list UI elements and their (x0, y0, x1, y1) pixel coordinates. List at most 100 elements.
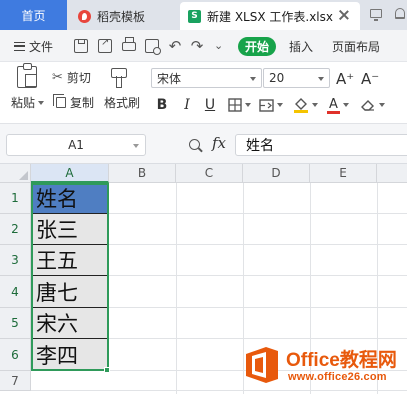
more-dropdown-icon[interactable]: ⌄ (214, 39, 228, 53)
borders-button[interactable] (226, 95, 252, 115)
underline-button[interactable]: U (201, 95, 219, 115)
fx-label: fx (212, 134, 227, 152)
borders-icon (227, 98, 242, 112)
chevron-down-icon (244, 103, 251, 107)
tab-page-layout-label: 页面布局 (332, 39, 381, 54)
paste-icon[interactable] (17, 63, 37, 88)
chevron-down-icon (250, 77, 256, 81)
gridline (31, 390, 407, 391)
font-grow-label: A⁺ (336, 70, 355, 88)
cell-a6[interactable]: 李四 (31, 339, 108, 371)
merge-cells-button[interactable] (258, 95, 284, 115)
paste-button[interactable]: 粘贴 (11, 94, 45, 111)
tab-workbook[interactable]: S 新建 XLSX 工作表.xlsx (180, 2, 360, 30)
row-header-7[interactable]: 7 (0, 371, 31, 391)
undo-icon[interactable]: ↶ (168, 39, 182, 54)
font-color-letter: A (329, 97, 338, 112)
column-header-e[interactable]: E (310, 164, 377, 183)
column-header-a[interactable]: A (31, 164, 109, 183)
cell-value: 宋六 (36, 312, 78, 336)
tab-insert[interactable]: 插入 (289, 30, 313, 62)
underline-label: U (204, 97, 216, 113)
font-shrink-button[interactable]: A⁻ (361, 70, 379, 88)
tab-page-layout[interactable]: 页面布局 (332, 30, 380, 62)
row-header-label: 5 (11, 316, 19, 330)
chevron-down-icon (311, 103, 318, 107)
ribbon: 粘贴 ✂ 剪切 复制 格式刷 宋体 20 A⁺ A⁻ B I U A (0, 62, 407, 124)
fill-color-button[interactable] (291, 95, 319, 115)
row-header-label: 6 (11, 347, 19, 362)
font-grow-button[interactable]: A⁺ (336, 70, 354, 88)
copy-button[interactable]: 复制 (53, 94, 95, 111)
row-header-5[interactable]: 5 (0, 308, 31, 339)
select-all-corner[interactable] (0, 164, 31, 183)
name-box[interactable]: A1 (6, 134, 146, 156)
column-header-f[interactable] (377, 164, 407, 183)
gridline (176, 183, 177, 394)
redo-icon[interactable]: ↷ (190, 39, 204, 54)
row-header-3[interactable]: 3 (0, 245, 31, 276)
file-menu-label: 文件 (29, 39, 54, 54)
merge-cells-icon (259, 98, 274, 112)
formula-input[interactable]: 姓名 (235, 134, 407, 156)
file-menu[interactable]: 文件 (14, 30, 53, 62)
font-color-swatch (327, 111, 340, 114)
watermark-url: www.office26.com (288, 371, 387, 383)
row-header-label: 4 (11, 284, 19, 299)
format-painter-icon[interactable] (111, 68, 127, 88)
export-icon[interactable] (98, 37, 112, 53)
cut-button[interactable]: ✂ 剪切 (52, 69, 91, 86)
row-header-4[interactable]: 4 (0, 276, 31, 308)
tab-home[interactable]: 首页 (0, 0, 67, 30)
eraser-icon (360, 100, 374, 111)
clear-format-button[interactable] (357, 95, 387, 115)
format-painter-button[interactable]: 格式刷 (104, 94, 140, 111)
italic-label: I (184, 97, 190, 113)
tab-start[interactable]: 开始 (238, 37, 276, 56)
save-icon[interactable] (74, 39, 88, 53)
zoom-icon[interactable] (189, 139, 200, 150)
name-box-value: A1 (68, 138, 84, 152)
cell-a2[interactable]: 张三 (31, 214, 108, 245)
watermark-title: Office教程网 (286, 350, 397, 371)
fx-icon[interactable]: fx (212, 134, 226, 152)
chevron-down-icon (277, 103, 283, 107)
bold-button[interactable]: B (153, 95, 171, 115)
tab-home-label: 首页 (21, 8, 46, 23)
monitor-icon[interactable] (370, 9, 382, 21)
column-header-label: C (204, 166, 214, 180)
scissors-icon: ✂ (52, 70, 63, 85)
fill-handle[interactable] (104, 367, 110, 373)
row-header-2[interactable]: 2 (0, 214, 31, 245)
copy-label: 复制 (70, 96, 95, 110)
watermark: Office教程网 www.office26.com (242, 344, 407, 390)
bell-icon[interactable] (395, 8, 405, 19)
column-header-c[interactable]: C (176, 164, 243, 183)
print-icon[interactable] (122, 37, 136, 51)
chevron-down-icon (38, 100, 45, 105)
cell-a4[interactable]: 唐七 (31, 276, 108, 308)
cell-a3[interactable]: 王五 (31, 245, 108, 276)
print-preview-icon[interactable] (145, 39, 161, 55)
column-header-d[interactable]: D (243, 164, 310, 183)
font-color-button[interactable]: A (324, 95, 352, 115)
tab-bar: 首页 稻壳模板 S 新建 XLSX 工作表.xlsx (0, 0, 407, 30)
formula-input-value: 姓名 (246, 138, 274, 154)
tab-insert-label: 插入 (289, 39, 314, 54)
row-header-6[interactable]: 6 (0, 339, 31, 371)
cell-value: 王五 (36, 249, 78, 273)
close-icon[interactable] (338, 9, 350, 21)
tab-docer-templates[interactable]: 稻壳模板 (68, 2, 172, 30)
row-header-label: 2 (11, 222, 19, 236)
font-name-select[interactable]: 宋体 (151, 68, 262, 88)
cell-a1[interactable]: 姓名 (31, 183, 108, 214)
font-size-select[interactable]: 20 (263, 68, 330, 88)
copy-icon (53, 94, 66, 108)
italic-button[interactable]: I (178, 95, 196, 115)
column-header-b[interactable]: B (109, 164, 176, 183)
hamburger-icon (14, 41, 25, 51)
row-header-1[interactable]: 1 (0, 183, 31, 214)
cell-a5[interactable]: 宋六 (31, 308, 108, 339)
row-header-label: 3 (11, 253, 19, 267)
column-header-label: A (65, 165, 74, 180)
